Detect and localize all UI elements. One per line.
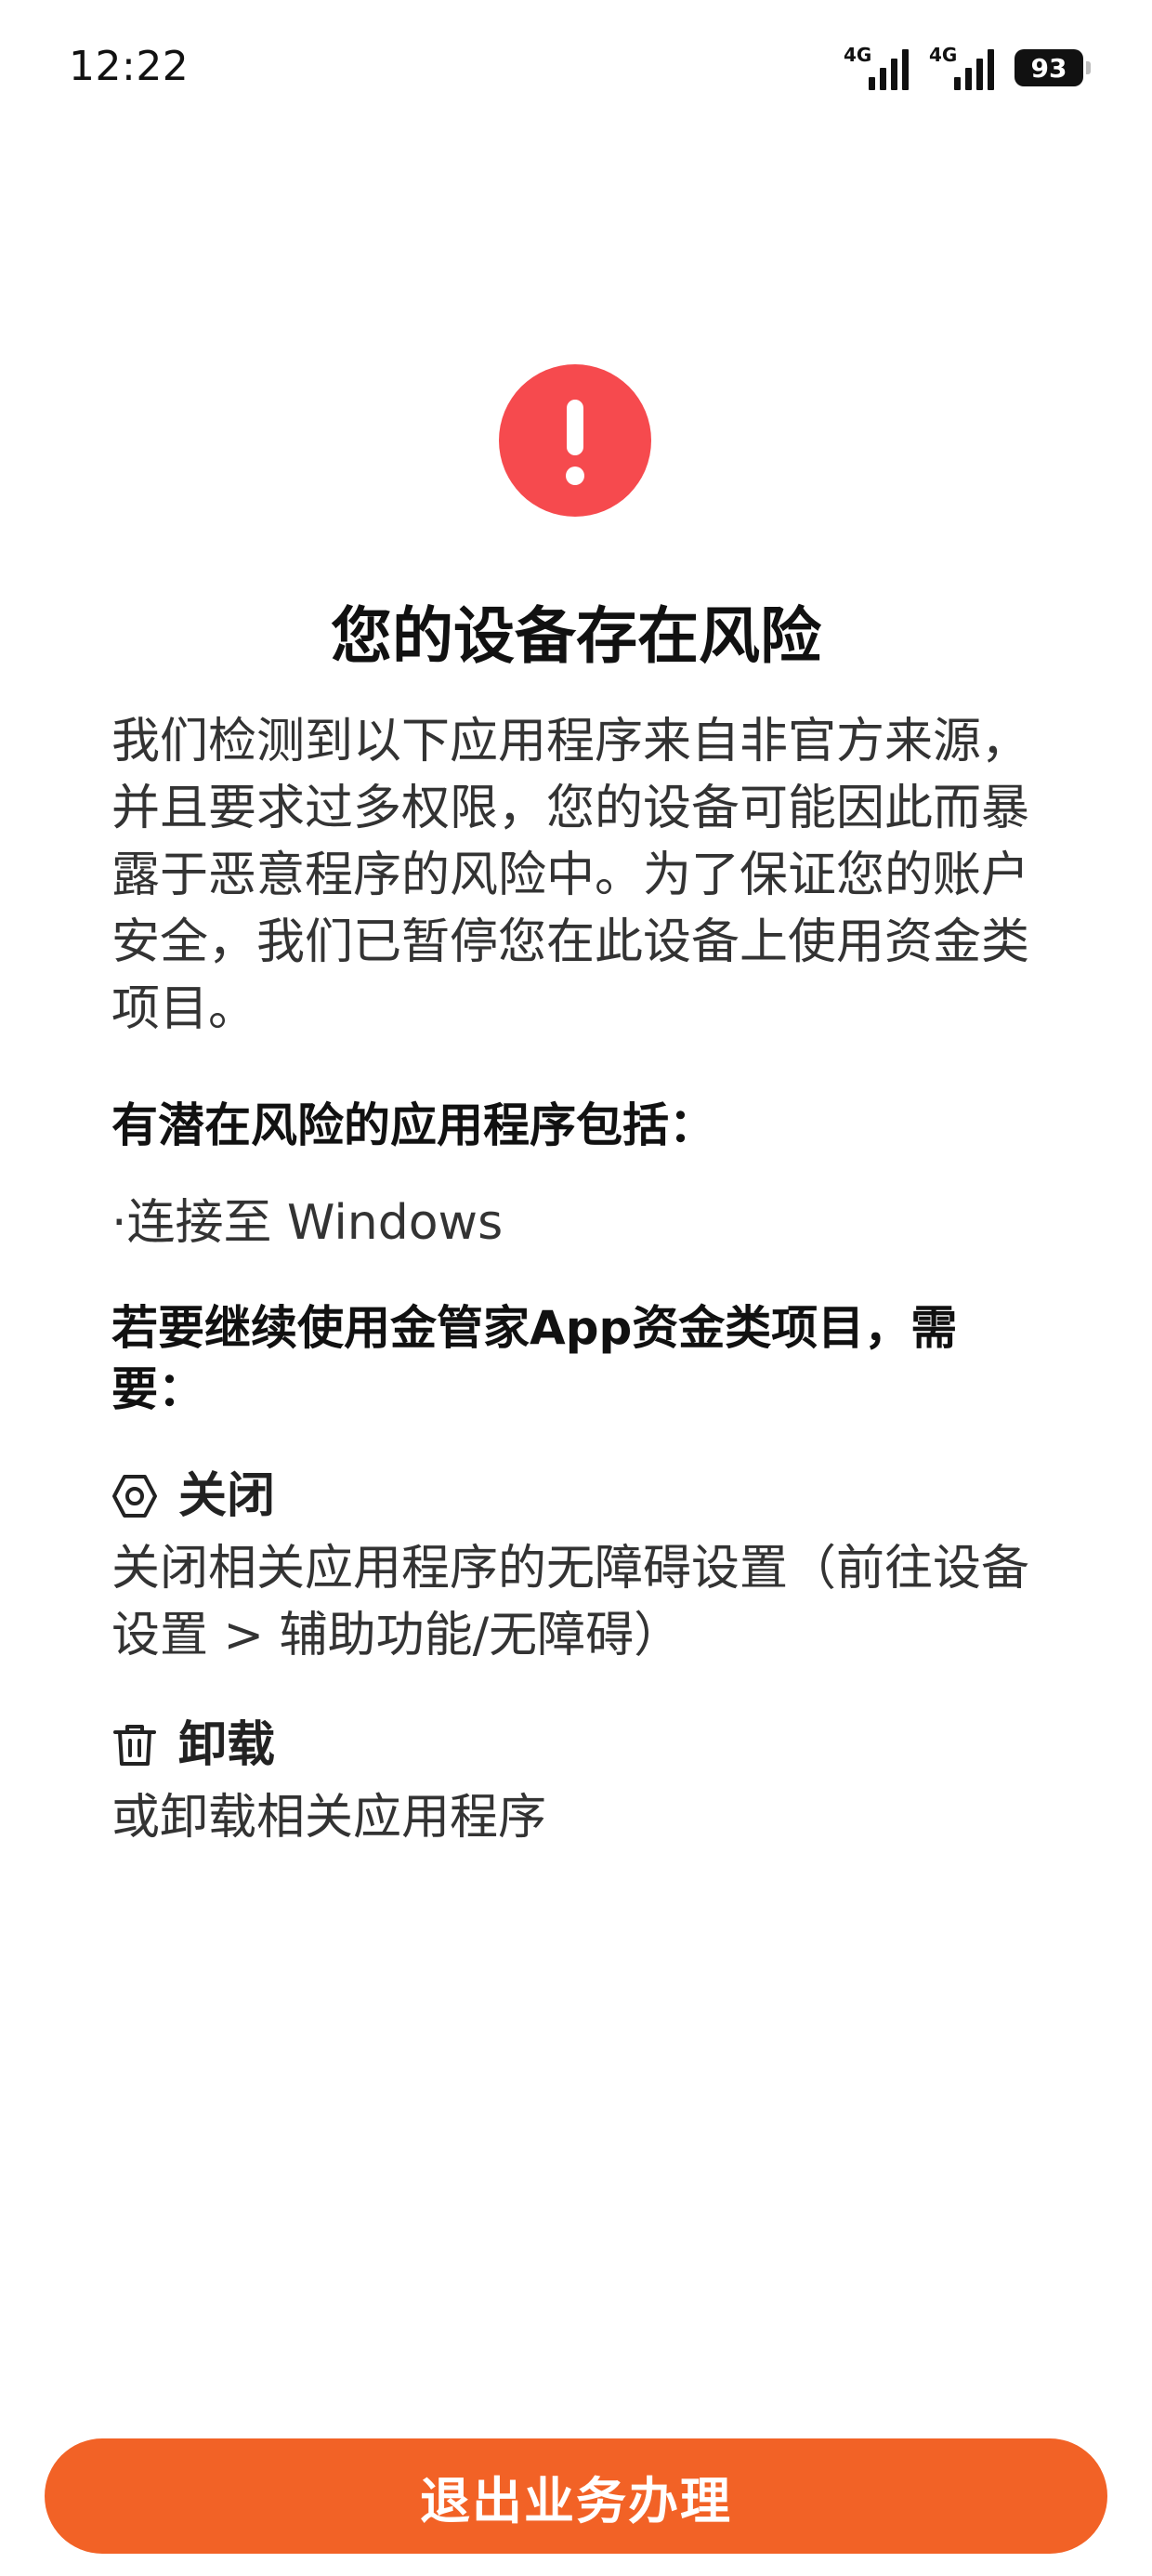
cellular-signal-icon: 4G xyxy=(844,46,909,90)
step-close-title: 关闭 xyxy=(178,1468,276,1524)
page-title: 您的设备存在风险 xyxy=(331,600,821,672)
network-type-label: 4G xyxy=(929,44,958,66)
status-indicators: 4G 4G 93 xyxy=(844,43,1091,93)
step-close-desc: 关闭相关应用程序的无障碍设置（前往设备设置 > 辅助功能/无障碍） xyxy=(111,1541,1030,1663)
risk-description: 我们检测到以下应用程序来自非官方来源，并且要求过多权限，您的设备可能因此而暴露于… xyxy=(111,714,1030,1037)
trash-icon xyxy=(111,1722,158,1768)
battery-icon: 93 xyxy=(1015,49,1091,86)
risky-apps-heading: 有潜在风险的应用程序包括： xyxy=(111,1098,715,1152)
step-uninstall-desc: 或卸载相关应用程序 xyxy=(111,1790,547,1846)
cellular-signal-icon: 4G xyxy=(929,46,994,90)
step-close: 关闭 xyxy=(111,1465,1041,1528)
hexagon-settings-icon xyxy=(111,1473,158,1519)
exit-business-button[interactable]: 退出业务办理 xyxy=(45,2438,1107,2554)
requirements-heading: 若要继续使用金管家App资金类项目，需要： xyxy=(111,1301,958,1416)
step-uninstall: 卸载 xyxy=(111,1714,1041,1777)
step-uninstall-title: 卸载 xyxy=(178,1717,276,1773)
status-time: 12:22 xyxy=(69,43,190,90)
battery-level: 93 xyxy=(1030,52,1067,84)
risk-content: 我们检测到以下应用程序来自非官方来源，并且要求过多权限，您的设备可能因此而暴露于… xyxy=(111,708,1041,1851)
exclamation-circle-icon xyxy=(499,364,651,517)
status-bar: 12:22 4G 4G 93 xyxy=(0,0,1152,139)
risky-app-item: ·连接至 Windows xyxy=(111,1195,504,1251)
network-type-label: 4G xyxy=(844,44,872,66)
